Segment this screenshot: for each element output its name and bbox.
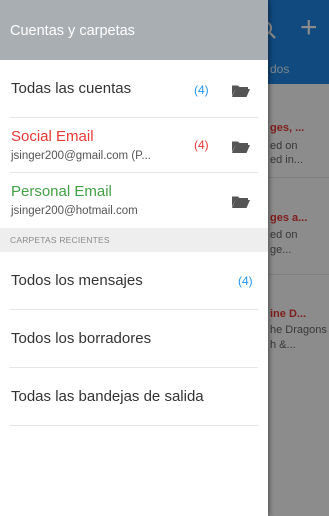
account-social-email[interactable]: Social Email jsinger200@gmail.com (P... …	[0, 118, 268, 172]
folder-icon[interactable]	[232, 140, 250, 153]
account-name: Social Email	[11, 128, 94, 145]
folder-label: Todas las bandejas de salida	[11, 388, 204, 405]
drawer-header: Cuentas y carpetas	[0, 0, 268, 60]
account-personal-email[interactable]: Personal Email jsinger200@hotmail.com	[0, 173, 268, 228]
section-header-recent-folders: CARPETAS RECIENTES	[0, 228, 268, 252]
account-all[interactable]: Todas las cuentas (4)	[0, 60, 268, 117]
scrim-overlay[interactable]	[268, 0, 329, 516]
folder-all-drafts[interactable]: Todos los borradores	[10, 310, 258, 368]
folder-all-messages[interactable]: Todos los mensajes (4)	[10, 252, 258, 310]
folder-icon[interactable]	[232, 195, 250, 208]
folder-icon[interactable]	[232, 84, 250, 97]
navigation-drawer: Cuentas y carpetas Todas las cuentas (4)…	[0, 0, 268, 516]
folder-label: Todos los borradores	[11, 330, 152, 347]
account-email: jsinger200@hotmail.com	[11, 205, 138, 217]
folder-label: Todos los mensajes	[11, 272, 143, 289]
account-email: jsinger200@gmail.com (P...	[11, 150, 151, 162]
account-name: Personal Email	[11, 183, 112, 200]
unread-count: (4)	[194, 138, 209, 152]
account-name: Todas las cuentas	[11, 80, 132, 97]
unread-count: (4)	[194, 83, 209, 97]
unread-count: (4)	[238, 274, 253, 288]
folder-all-outboxes[interactable]: Todas las bandejas de salida	[10, 368, 258, 426]
